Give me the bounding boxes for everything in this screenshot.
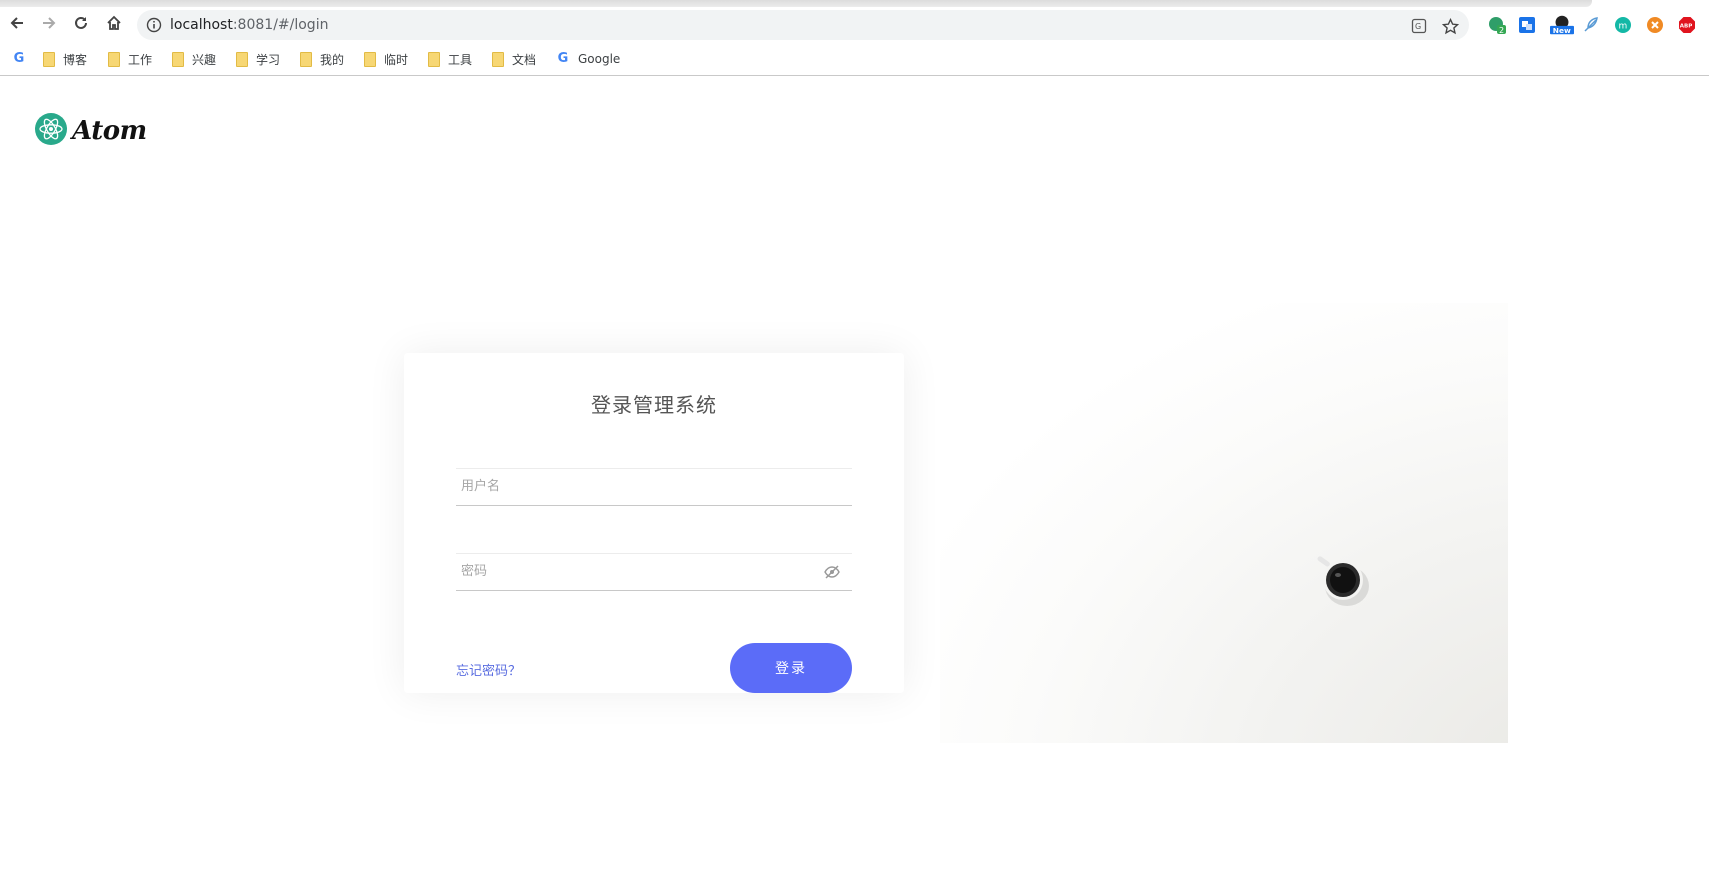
folder-icon: [300, 51, 312, 67]
app-logo[interactable]: Atom: [35, 113, 147, 149]
translate-icon[interactable]: G: [1410, 17, 1428, 35]
address-bar[interactable]: localhost:8081/#/login G: [137, 10, 1469, 40]
atom-icon: [35, 113, 67, 149]
adblock-extension-icon[interactable]: ABP: [1678, 16, 1696, 34]
login-button[interactable]: 登录: [730, 643, 852, 693]
login-card: 登录管理系统 忘记密码？ 登录: [404, 353, 904, 693]
google-g-icon: G: [13, 51, 25, 66]
bookmark-label: 博客: [63, 52, 88, 67]
folder-icon: [43, 51, 55, 67]
url-text: localhost:8081/#/login: [170, 10, 328, 40]
feather-extension-icon[interactable]: [1582, 16, 1600, 34]
bookmark-folder[interactable]: 学习: [236, 51, 280, 67]
bookmark-label: 工具: [448, 52, 473, 67]
home-icon: [106, 15, 122, 35]
svg-text:G: G: [1415, 22, 1421, 31]
url-path: :8081/#/login: [232, 17, 329, 33]
bookmark-label: 工作: [128, 52, 153, 67]
bookmark-folder[interactable]: 文档: [492, 51, 536, 67]
url-host: localhost: [170, 17, 233, 33]
reload-button[interactable]: [68, 12, 94, 38]
password-input[interactable]: [456, 554, 806, 588]
folder-icon: [364, 51, 376, 67]
reload-icon: [73, 15, 89, 35]
forgot-password-link[interactable]: 忘记密码？: [456, 660, 521, 679]
bookmark-label: Google: [578, 52, 621, 66]
bookmark-folder[interactable]: 我的: [300, 51, 344, 67]
bookmark-label: 临时: [384, 52, 409, 67]
folder-icon: [236, 51, 248, 67]
bookmark-label: 学习: [256, 52, 281, 67]
new-badge-label: New: [1553, 26, 1571, 35]
bookmarks-bar: G 博客 工作 兴趣 学习 我的 临时 工具 文档 G Google: [0, 43, 1709, 76]
m-extension-label: m: [1619, 22, 1628, 32]
bookmark-google[interactable]: G Google: [556, 51, 621, 67]
tab-strip: [0, 0, 1592, 7]
arrow-left-icon: [9, 15, 25, 35]
bookmark-folder[interactable]: 工作: [108, 51, 152, 67]
bookmark-label: 我的: [320, 52, 345, 67]
bookmark-folder[interactable]: 临时: [364, 51, 408, 67]
folder-icon: [108, 51, 120, 67]
abp-label: ABP: [1680, 24, 1692, 30]
notification-extension-icon[interactable]: 2: [1488, 16, 1506, 34]
bookmark-label: 兴趣: [192, 52, 217, 67]
username-input[interactable]: [456, 469, 806, 503]
google-g-icon: G: [557, 51, 569, 66]
folder-icon: [492, 51, 504, 67]
folder-icon: [428, 51, 440, 67]
bookmark-folder[interactable]: 工具: [428, 51, 472, 67]
translate-extension-icon[interactable]: [1518, 16, 1536, 34]
m-extension-icon[interactable]: m: [1614, 16, 1632, 34]
username-field: [456, 468, 852, 506]
arrow-right-icon: [41, 15, 57, 35]
home-button[interactable]: [101, 12, 127, 38]
bookmark-label: 文档: [512, 52, 537, 67]
browser-toolbar: localhost:8081/#/login G 2 New m ABP: [0, 7, 1709, 43]
apps-shortcut[interactable]: G: [12, 51, 34, 67]
close-circle-extension-icon[interactable]: [1646, 16, 1664, 34]
folder-icon: [172, 51, 184, 67]
new-extension-icon[interactable]: New: [1550, 15, 1574, 35]
eye-off-icon[interactable]: [824, 564, 840, 583]
bookmark-star-icon[interactable]: [1441, 17, 1459, 35]
password-field: [456, 553, 852, 591]
site-info-icon[interactable]: [146, 17, 162, 37]
hero-image: [940, 303, 1508, 743]
bookmark-folder[interactable]: 兴趣: [172, 51, 216, 67]
extension-badge-count: 2: [1499, 26, 1504, 34]
login-title: 登录管理系统: [591, 393, 717, 417]
bookmark-folder[interactable]: 博客: [43, 51, 87, 67]
logo-text: Atom: [72, 116, 147, 146]
forward-button[interactable]: [36, 12, 62, 38]
back-button[interactable]: [4, 12, 30, 38]
coffee-cup-illustration: [1317, 553, 1373, 613]
